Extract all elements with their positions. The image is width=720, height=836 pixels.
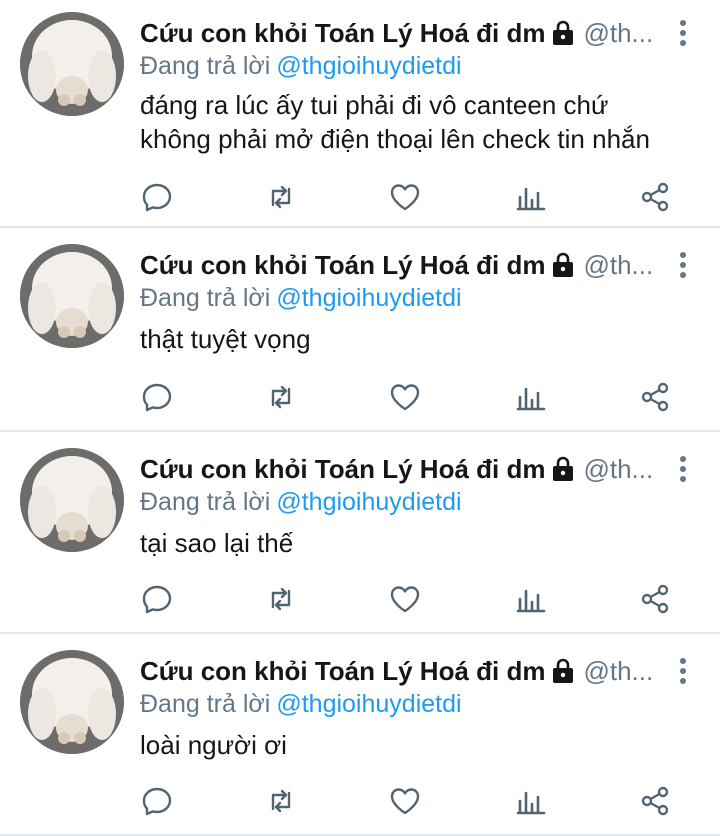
reply-prefix: Đang trả lời: [140, 488, 271, 516]
reply-mention-link[interactable]: @thgioihuydietdi: [276, 52, 461, 80]
heart-icon: [390, 788, 420, 815]
like-button[interactable]: [388, 784, 422, 818]
reply-prefix: Đang trả lời: [140, 284, 271, 312]
reply-icon: [142, 787, 172, 816]
tweet-actions: [0, 582, 720, 622]
lock-icon: [551, 19, 575, 47]
retweet-button[interactable]: [264, 180, 298, 214]
handle[interactable]: @th...: [583, 454, 653, 485]
tweet-text-line: tại sao lại thế: [140, 528, 294, 558]
avatar[interactable]: [20, 12, 124, 116]
more-vertical-icon[interactable]: [676, 18, 690, 48]
tweet-text: tại sao lại thế: [140, 526, 700, 560]
retweet-button[interactable]: [264, 784, 298, 818]
reply-icon: [142, 585, 172, 614]
reply-icon: [142, 383, 172, 412]
bunny-avatar-image: [20, 244, 124, 348]
share-icon: [641, 182, 669, 212]
avatar[interactable]: [20, 244, 124, 348]
reply-button[interactable]: [140, 180, 174, 214]
share-button[interactable]: [638, 582, 672, 616]
tweet-text-line: đáng ra lúc ấy tui phải đi vô canteen ch…: [140, 90, 609, 120]
more-vertical-icon[interactable]: [676, 656, 690, 686]
tweet-header: Cứu con khỏi Toán Lý Hoá đi dm @th...: [140, 14, 660, 52]
handle[interactable]: @th...: [583, 18, 653, 49]
handle[interactable]: @th...: [583, 656, 653, 687]
tweet-header: Cứu con khỏi Toán Lý Hoá đi dm @th...: [140, 652, 660, 690]
display-name[interactable]: Cứu con khỏi Toán Lý Hoá đi dm: [140, 454, 545, 485]
reply-context: Đang trả lời @thgioihuydietdi: [140, 690, 462, 719]
tweet-header: Cứu con khỏi Toán Lý Hoá đi dm @th...: [140, 450, 660, 488]
heart-icon: [390, 384, 420, 411]
share-icon: [641, 786, 669, 816]
reply-icon: [142, 183, 172, 212]
heart-icon: [390, 184, 420, 211]
more-vertical-icon[interactable]: [676, 250, 690, 280]
reply-context: Đang trả lời @thgioihuydietdi: [140, 52, 462, 81]
tweet-text-line: thật tuyệt vọng: [140, 324, 311, 354]
retweet-icon: [271, 185, 291, 209]
reply-prefix: Đang trả lời: [140, 52, 271, 80]
share-icon: [641, 584, 669, 614]
reply-button[interactable]: [140, 582, 174, 616]
tweet-actions: [0, 180, 720, 220]
stats-button[interactable]: [514, 784, 548, 818]
stats-button[interactable]: [514, 380, 548, 414]
tweet-text-line: không phải mở điện thoại lên check tin n…: [140, 124, 650, 154]
bunny-avatar-image: [20, 12, 124, 116]
reply-prefix: Đang trả lời: [140, 690, 271, 718]
tweet-item[interactable]: Cứu con khỏi Toán Lý Hoá đi dm @th... Đa…: [0, 634, 720, 836]
share-icon: [641, 382, 669, 412]
stats-button[interactable]: [514, 180, 548, 214]
lock-icon: [551, 251, 575, 279]
tweet-text-line: loài người ơi: [140, 730, 287, 760]
stats-icon: [516, 187, 546, 211]
handle[interactable]: @th...: [583, 250, 653, 281]
heart-icon: [390, 586, 420, 613]
retweet-icon: [271, 385, 291, 409]
display-name[interactable]: Cứu con khỏi Toán Lý Hoá đi dm: [140, 250, 545, 281]
lock-icon: [551, 455, 575, 483]
tweet-timeline: Cứu con khỏi Toán Lý Hoá đi dm @th... Đa…: [0, 0, 720, 836]
retweet-button[interactable]: [264, 380, 298, 414]
tweet-item[interactable]: Cứu con khỏi Toán Lý Hoá đi dm @th... Đa…: [0, 0, 720, 228]
tweet-header: Cứu con khỏi Toán Lý Hoá đi dm @th...: [140, 246, 660, 284]
bunny-avatar-image: [20, 650, 124, 754]
like-button[interactable]: [388, 380, 422, 414]
stats-icon: [516, 791, 546, 815]
stats-icon: [516, 387, 546, 411]
lock-icon: [551, 657, 575, 685]
share-button[interactable]: [638, 784, 672, 818]
avatar[interactable]: [20, 650, 124, 754]
tweet-text: loài người ơi: [140, 728, 700, 762]
reply-mention-link[interactable]: @thgioihuydietdi: [276, 488, 461, 516]
reply-context: Đang trả lời @thgioihuydietdi: [140, 284, 462, 313]
retweet-icon: [271, 789, 291, 813]
retweet-button[interactable]: [264, 582, 298, 616]
like-button[interactable]: [388, 180, 422, 214]
more-vertical-icon[interactable]: [676, 454, 690, 484]
tweet-item[interactable]: Cứu con khỏi Toán Lý Hoá đi dm @th... Đa…: [0, 228, 720, 432]
tweet-item[interactable]: Cứu con khỏi Toán Lý Hoá đi dm @th... Đa…: [0, 432, 720, 634]
display-name[interactable]: Cứu con khỏi Toán Lý Hoá đi dm: [140, 656, 545, 687]
reply-context: Đang trả lời @thgioihuydietdi: [140, 488, 462, 517]
avatar[interactable]: [20, 448, 124, 552]
retweet-icon: [271, 587, 291, 611]
tweet-actions: [0, 380, 720, 420]
share-button[interactable]: [638, 380, 672, 414]
tweet-text: đáng ra lúc ấy tui phải đi vô canteen ch…: [140, 88, 700, 156]
reply-button[interactable]: [140, 380, 174, 414]
display-name[interactable]: Cứu con khỏi Toán Lý Hoá đi dm: [140, 18, 545, 49]
stats-button[interactable]: [514, 582, 548, 616]
like-button[interactable]: [388, 582, 422, 616]
share-button[interactable]: [638, 180, 672, 214]
reply-button[interactable]: [140, 784, 174, 818]
reply-mention-link[interactable]: @thgioihuydietdi: [276, 690, 461, 718]
tweet-text: thật tuyệt vọng: [140, 322, 700, 356]
bunny-avatar-image: [20, 448, 124, 552]
stats-icon: [516, 589, 546, 613]
tweet-actions: [0, 784, 720, 824]
reply-mention-link[interactable]: @thgioihuydietdi: [276, 284, 461, 312]
